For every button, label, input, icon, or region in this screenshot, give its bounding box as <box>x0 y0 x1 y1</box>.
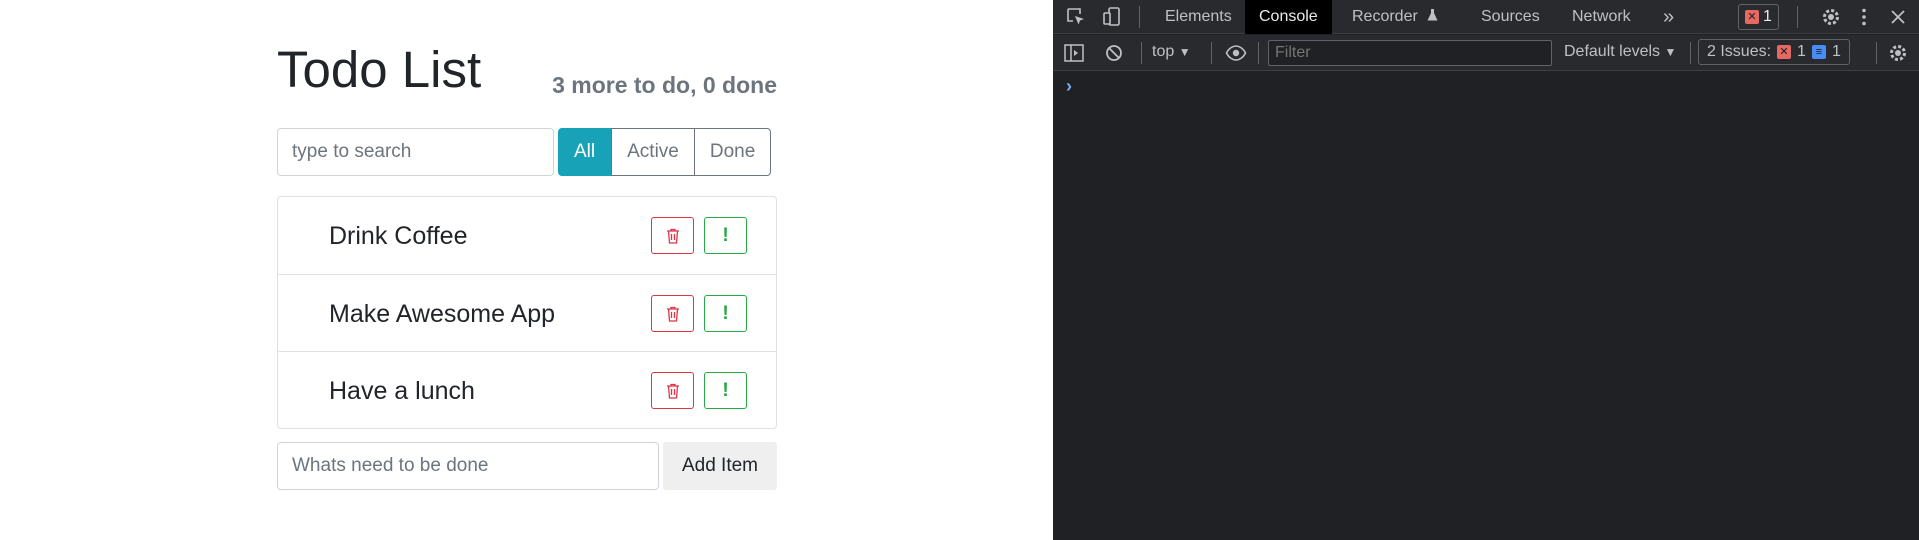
toolbar-divider <box>1797 6 1798 28</box>
todo-list: Drink Coffee ! Make Awesome App ! Have a… <box>277 196 777 429</box>
context-selector[interactable]: top ▼ <box>1152 43 1191 61</box>
tab-elements[interactable]: Elements <box>1151 0 1246 34</box>
important-button[interactable]: ! <box>704 295 747 332</box>
error-count: 1 <box>1763 8 1772 25</box>
filter-button-group: All Active Done <box>558 128 772 176</box>
filter-all-button[interactable]: All <box>558 128 612 176</box>
error-count-badge[interactable]: ✕ 1 <box>1738 4 1779 30</box>
page-title: Todo List <box>277 41 482 98</box>
add-item-button[interactable]: Add Item <box>663 442 777 490</box>
new-item-input[interactable] <box>277 442 659 490</box>
flask-icon <box>1427 9 1438 21</box>
more-tabs-chevron-icon[interactable]: » <box>1649 0 1688 34</box>
dropdown-arrow-icon: ▼ <box>1178 45 1191 59</box>
todo-app: Todo List 3 more to do, 0 done All Activ… <box>0 0 1053 540</box>
exclamation-icon: ! <box>722 303 729 324</box>
settings-gear-icon[interactable] <box>1820 6 1842 28</box>
item-counts: 3 more to do, 0 done <box>552 72 777 98</box>
error-flag-icon: ✕ <box>1745 10 1759 24</box>
delete-button[interactable] <box>651 295 694 332</box>
search-input[interactable] <box>277 128 554 176</box>
trash-icon <box>666 306 679 322</box>
important-button[interactable]: ! <box>704 217 747 254</box>
toolbar-divider <box>1211 42 1212 64</box>
item-label[interactable]: Make Awesome App <box>329 299 555 329</box>
info-flag-icon: ≡ <box>1811 45 1826 59</box>
filter-row: All Active Done <box>277 128 777 176</box>
list-item[interactable]: Drink Coffee ! <box>278 197 776 274</box>
delete-button[interactable] <box>651 217 694 254</box>
issues-info-count: 1 <box>1831 43 1841 60</box>
devtools-panel: Elements Console Recorder Sources Networ… <box>1053 0 1919 540</box>
toolbar-divider <box>1876 42 1877 64</box>
device-toolbar-icon[interactable] <box>1101 6 1123 28</box>
toolbar-divider <box>1139 6 1140 28</box>
trash-icon <box>666 383 679 399</box>
console-filter-input[interactable] <box>1268 40 1552 66</box>
clear-console-icon[interactable] <box>1103 42 1125 64</box>
close-icon[interactable] <box>1887 6 1909 28</box>
trash-icon <box>666 228 679 244</box>
inspect-element-icon[interactable] <box>1065 6 1087 28</box>
issues-error-count: 1 <box>1797 43 1806 60</box>
tab-console[interactable]: Console <box>1245 0 1332 34</box>
error-flag-icon: ✕ <box>1777 45 1792 59</box>
tab-network[interactable]: Network <box>1558 0 1645 34</box>
add-item-form: Add Item <box>277 442 777 490</box>
console-settings-gear-icon[interactable] <box>1887 42 1909 64</box>
todo-container: Todo List 3 more to do, 0 done All Activ… <box>277 0 777 490</box>
log-levels-label: Default levels <box>1564 43 1661 60</box>
toolbar-divider <box>1141 42 1142 64</box>
filter-done-button[interactable]: Done <box>693 128 772 176</box>
console-prompt[interactable]: › <box>1066 76 1072 97</box>
filter-active-button[interactable]: Active <box>611 128 695 176</box>
tab-recorder-label: Recorder <box>1352 8 1418 25</box>
exclamation-icon: ! <box>722 225 729 246</box>
log-levels-dropdown[interactable]: Default levels ▼ <box>1564 43 1676 61</box>
exclamation-icon: ! <box>722 380 729 401</box>
list-item[interactable]: Make Awesome App ! <box>278 274 776 351</box>
devtools-tabbar: Elements Console Recorder Sources Networ… <box>1053 0 1919 34</box>
console-toolbar: top ▼ Default levels ▼ 2 Issues: ✕ 1 ≡ 1 <box>1053 35 1919 71</box>
tab-recorder[interactable]: Recorder <box>1338 0 1453 34</box>
context-label: top <box>1152 43 1175 60</box>
more-options-icon[interactable] <box>1853 6 1875 28</box>
tab-sources[interactable]: Sources <box>1467 0 1554 34</box>
important-button[interactable]: ! <box>704 372 747 409</box>
issues-button[interactable]: 2 Issues: ✕ 1 ≡ 1 <box>1698 39 1850 65</box>
item-label[interactable]: Have a lunch <box>329 376 475 406</box>
toolbar-divider <box>1258 42 1259 64</box>
issues-label: 2 Issues: <box>1707 43 1772 60</box>
sidebar-toggle-icon[interactable] <box>1063 42 1085 64</box>
toolbar-divider <box>1690 42 1691 64</box>
delete-button[interactable] <box>651 372 694 409</box>
app-header: Todo List 3 more to do, 0 done <box>277 0 777 120</box>
eye-icon[interactable] <box>1225 42 1247 64</box>
item-label[interactable]: Drink Coffee <box>329 221 468 251</box>
list-item[interactable]: Have a lunch ! <box>278 351 776 428</box>
dropdown-arrow-icon: ▼ <box>1664 45 1677 59</box>
